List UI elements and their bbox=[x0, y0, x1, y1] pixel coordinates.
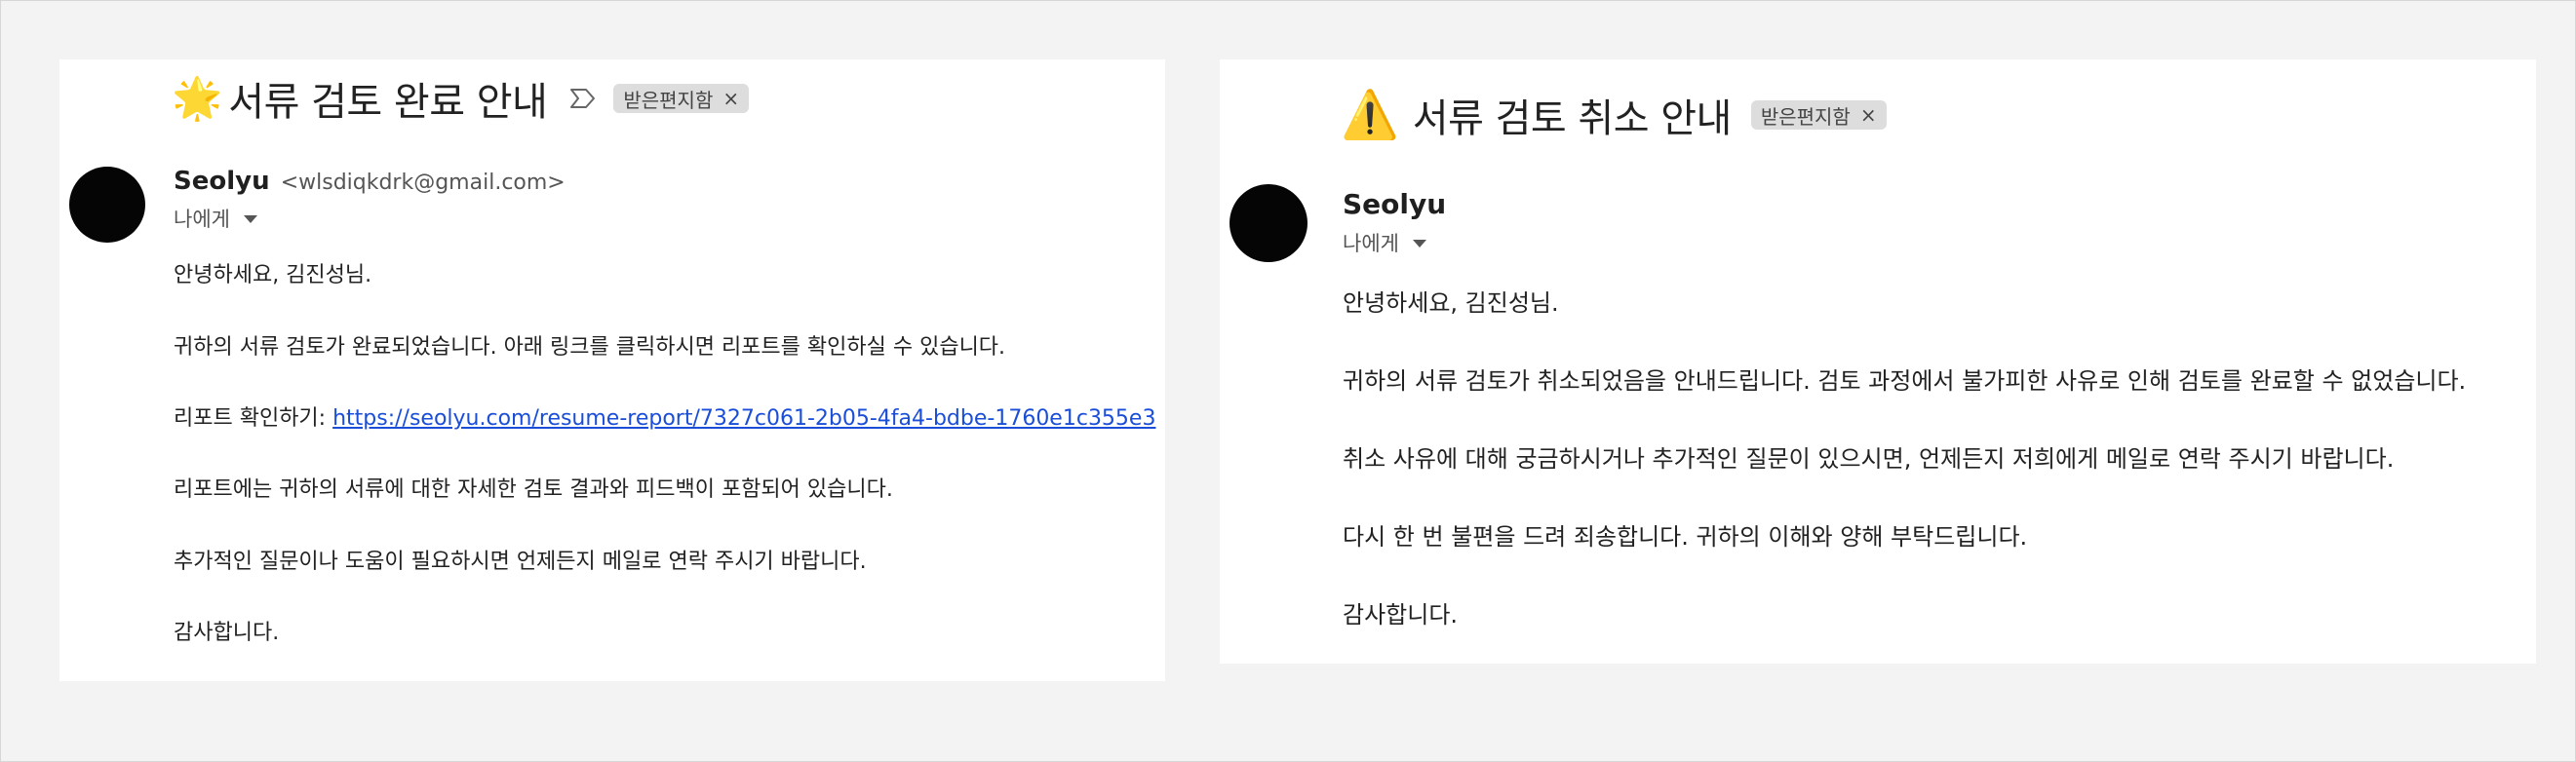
email-card-review-complete: 🌟 서류 검토 완료 안내 받은편지함 × Seolyu <wlsdiqkdrk… bbox=[59, 59, 1165, 681]
email-subject: 서류 검토 완료 안내 bbox=[228, 80, 548, 125]
email-closing: 감사합니다. bbox=[1343, 601, 1459, 629]
email-card-review-cancelled: ⚠️ 서류 검토 취소 안내 받은편지함 × Seolyu 나에게 안녕하세요,… bbox=[1220, 59, 2536, 664]
email-paragraph: 추가적인 질문이나 도움이 필요하시면 언제든지 메일로 연락 주시기 바랍니다… bbox=[174, 550, 867, 574]
sender-name: Seolyu bbox=[174, 167, 270, 196]
avatar[interactable] bbox=[1229, 184, 1308, 262]
recipient-dropdown[interactable]: 나에게 bbox=[1343, 228, 1446, 257]
sender-info: Seolyu 나에게 bbox=[1343, 188, 1446, 257]
report-link-prefix: 리포트 확인하기: bbox=[174, 406, 333, 431]
subject-row: ⚠️ 서류 검토 취소 안내 받은편지함 × bbox=[1341, 84, 1887, 146]
caret-down-icon[interactable] bbox=[1412, 240, 1426, 248]
email-subject: 서류 검토 취소 안내 bbox=[1412, 96, 1733, 141]
caret-down-icon[interactable] bbox=[243, 215, 257, 223]
warning-emoji-icon: ⚠️ bbox=[1341, 88, 1399, 142]
recipient-label: 나에게 bbox=[1343, 232, 1399, 255]
report-link-line: 리포트 확인하기: https://seolyu.com/resume-repo… bbox=[174, 400, 1155, 432]
email-paragraph: 취소 사유에 대해 궁금하시거나 추가적인 질문이 있으시면, 언제든지 저희에… bbox=[1343, 445, 2395, 473]
star-emoji-icon: 🌟 bbox=[172, 74, 223, 122]
sender-info: Seolyu <wlsdiqkdrk@gmail.com> 나에게 bbox=[174, 167, 566, 233]
avatar[interactable] bbox=[69, 167, 145, 243]
email-paragraph: 리포트에는 귀하의 서류에 대한 자세한 검토 결과와 피드백이 포함되어 있습… bbox=[174, 477, 893, 502]
inbox-label-chip: 받은편지함 × bbox=[1750, 100, 1887, 130]
subject-row: 🌟 서류 검토 완료 안내 받은편지함 × bbox=[172, 69, 750, 128]
sender-name: Seolyu bbox=[1343, 188, 1447, 220]
recipient-dropdown[interactable]: 나에게 bbox=[174, 204, 566, 233]
email-greeting: 안녕하세요, 김진성님. bbox=[1343, 289, 1559, 317]
email-paragraph: 귀하의 서류 검토가 완료되었습니다. 아래 링크를 클릭하시면 리포트를 확인… bbox=[174, 335, 1006, 360]
inbox-label-text: 받은편지함 bbox=[1760, 104, 1851, 129]
email-paragraph: 다시 한 번 불편을 드려 죄송합니다. 귀하의 이해와 양해 부탁드립니다. bbox=[1343, 523, 2028, 551]
email-greeting: 안녕하세요, 김진성님. bbox=[174, 263, 372, 287]
inbox-label-text: 받은편지함 bbox=[623, 88, 714, 112]
important-marker-icon[interactable] bbox=[568, 87, 598, 110]
email-closing: 감사합니다. bbox=[174, 621, 280, 645]
close-icon[interactable]: × bbox=[1860, 105, 1877, 125]
inbox-label-chip: 받은편지함 × bbox=[613, 84, 750, 113]
sender-email: <wlsdiqkdrk@gmail.com> bbox=[280, 171, 566, 195]
recipient-label: 나에게 bbox=[174, 208, 230, 231]
report-link[interactable]: https://seolyu.com/resume-report/7327c06… bbox=[332, 406, 1155, 431]
email-paragraph: 귀하의 서류 검토가 취소되었음을 안내드립니다. 검토 과정에서 불가피한 사… bbox=[1343, 367, 2467, 395]
close-icon[interactable]: × bbox=[722, 89, 739, 108]
